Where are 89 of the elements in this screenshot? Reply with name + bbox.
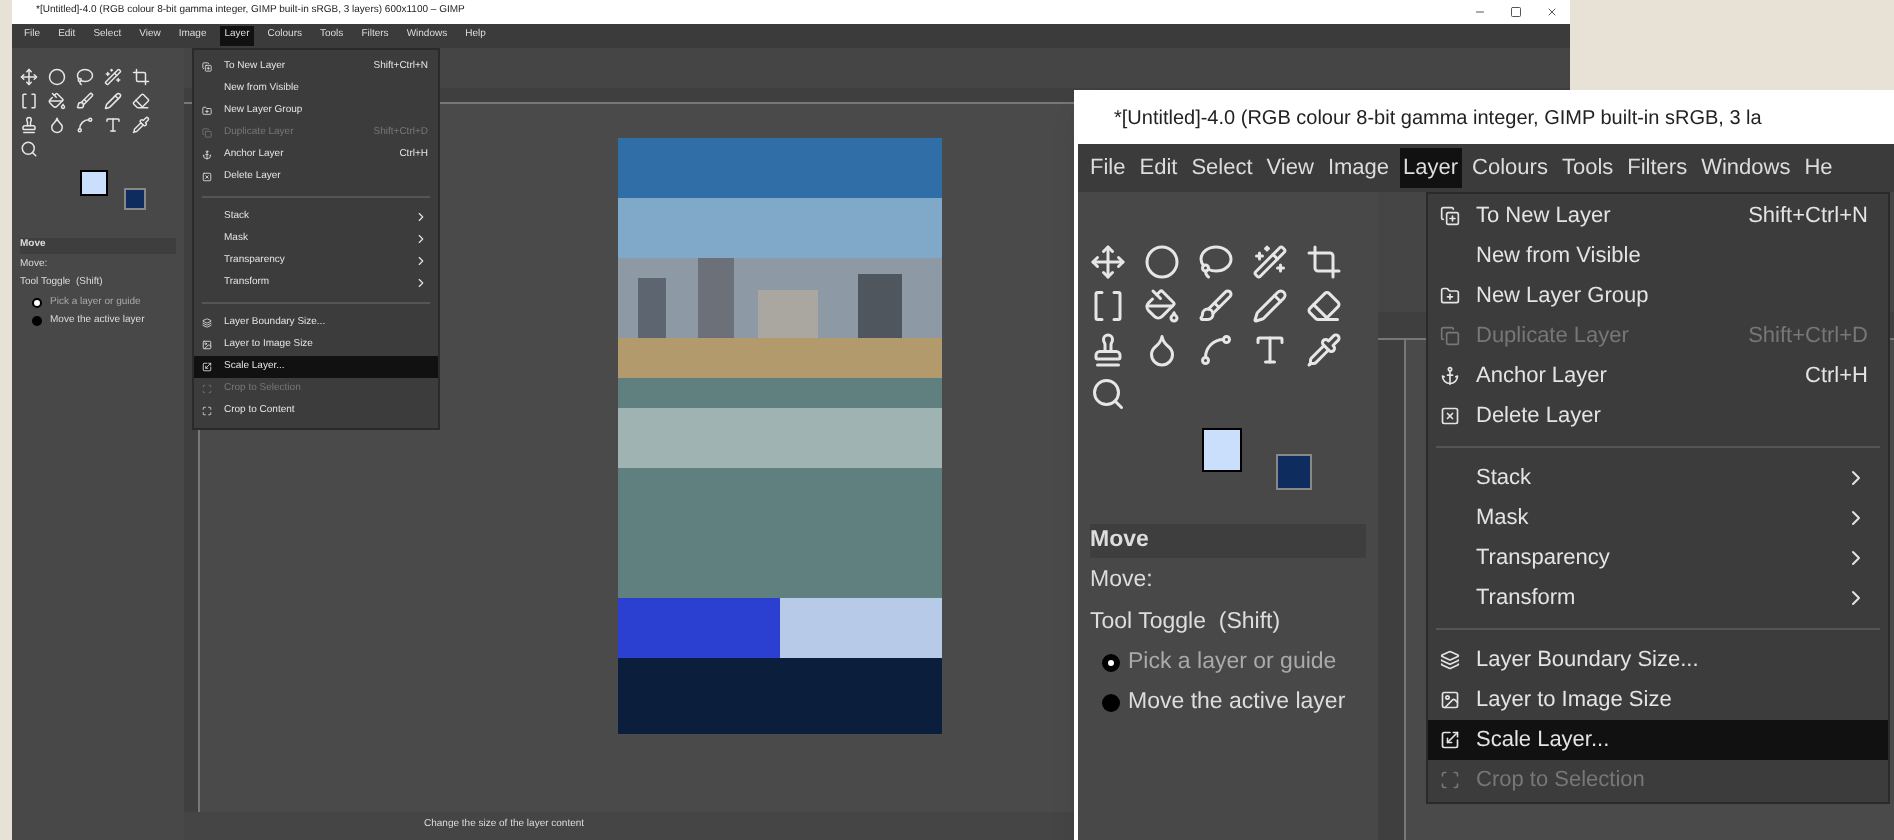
tool-icon[interactable]	[76, 68, 94, 86]
menu-item-icon	[1440, 406, 1460, 426]
menu-item-icon	[202, 406, 212, 416]
menu-bar-item[interactable]: View	[1262, 147, 1318, 189]
radio-button[interactable]	[32, 297, 42, 308]
menu-item-icon	[202, 340, 212, 350]
menu-item-icon	[202, 150, 212, 160]
tool-icon[interactable]	[104, 92, 122, 110]
tool-icon[interactable]	[1306, 244, 1342, 280]
tool-icon[interactable]	[1252, 332, 1288, 368]
menu-item-icon	[1440, 366, 1460, 386]
tool-icon[interactable]	[48, 68, 66, 86]
menu-item[interactable]: New Layer Group	[1428, 276, 1888, 316]
radio-button[interactable]	[32, 316, 42, 327]
menu-item[interactable]: To New Layer Shift+Ctrl+N	[1428, 196, 1888, 236]
tool-icon[interactable]	[1198, 288, 1234, 324]
tool-icon[interactable]	[132, 116, 150, 134]
window-title: *[Untitled]-4.0 (RGB colour 8-bit gamma integer, GIMP built-in sRGB, 3 la	[1114, 106, 1762, 134]
menu-item[interactable]: Stack	[1428, 458, 1888, 498]
menu-item-icon	[1440, 326, 1460, 346]
search-icon[interactable]	[20, 140, 38, 158]
menu-item[interactable]: Delete Layer	[1428, 396, 1888, 436]
menu-item-icon	[202, 362, 212, 372]
background-color-swatch[interactable]	[123, 187, 146, 210]
tool-icon[interactable]	[1306, 332, 1342, 368]
foreground-color-swatch[interactable]	[1202, 428, 1242, 472]
menu-item-icon	[1440, 690, 1460, 710]
tool-icon[interactable]	[1144, 288, 1180, 324]
menu-item-icon	[1440, 286, 1460, 306]
background-color-swatch[interactable]	[1275, 453, 1312, 490]
menu-item[interactable]: Mask	[1428, 498, 1888, 538]
tool-icon[interactable]	[1090, 288, 1126, 324]
tool-icon[interactable]	[1090, 244, 1126, 280]
tool-icon[interactable]	[76, 92, 94, 110]
menu-item-icon	[1440, 730, 1460, 750]
menu-item[interactable]: Transform	[1428, 578, 1888, 618]
menu-bar-item[interactable]: He	[1800, 147, 1837, 189]
menu-item-icon	[202, 172, 212, 182]
menu-item-icon	[1440, 770, 1460, 790]
tool-icon[interactable]	[104, 116, 122, 134]
radio-button[interactable]	[1102, 653, 1120, 672]
menu-bar-item[interactable]: Image	[1323, 147, 1394, 189]
tool-icon[interactable]	[1198, 332, 1234, 368]
tool-icon[interactable]	[1090, 332, 1126, 368]
menu-item-icon	[202, 318, 212, 328]
maximize-icon[interactable]	[1510, 6, 1522, 18]
radio-label: Move the active layer	[1128, 688, 1346, 718]
menu-item-icon	[1440, 650, 1460, 670]
tool-icon[interactable]	[48, 116, 66, 134]
move-label: Move:	[1090, 566, 1155, 597]
menu-bar-item[interactable]: Edit	[1135, 147, 1182, 189]
close-icon[interactable]	[1546, 6, 1558, 18]
menu-bar-item[interactable]: Layer	[1399, 147, 1463, 189]
menu-item[interactable]: Layer to Image Size	[1428, 680, 1888, 720]
menu-item-icon	[202, 62, 212, 72]
tool-options-title: Move	[1090, 524, 1366, 559]
menu-item-icon	[202, 128, 212, 138]
tool-icon[interactable]	[132, 92, 150, 110]
search-icon[interactable]	[1090, 376, 1126, 412]
menu-item[interactable]: Anchor Layer Ctrl+H	[1428, 356, 1888, 396]
tool-icon[interactable]	[20, 116, 38, 134]
tool-icon[interactable]	[1252, 244, 1288, 280]
toggle-label: Tool Toggle (Shift)	[1090, 607, 1283, 637]
menu-item[interactable]: Layer Boundary Size...	[1428, 640, 1888, 680]
tool-icon[interactable]	[1144, 244, 1180, 280]
tool-icon[interactable]	[20, 68, 38, 86]
menu-item[interactable]: Transparency	[1428, 538, 1888, 578]
menu-item-icon	[1440, 206, 1460, 226]
radio-label: Pick a layer or guide	[1128, 647, 1337, 678]
menu-item[interactable]: New from Visible	[1428, 236, 1888, 276]
tool-icon[interactable]	[1306, 288, 1342, 324]
tool-icon[interactable]	[132, 68, 150, 86]
menu-bar-item[interactable]: File	[1086, 147, 1130, 189]
menu-bar-item[interactable]: Select	[1187, 147, 1257, 189]
menu-bar-item[interactable]: Tools	[1557, 147, 1618, 189]
radio-button[interactable]	[1102, 694, 1120, 713]
tool-icon[interactable]	[20, 92, 38, 110]
tool-icon[interactable]	[48, 92, 66, 110]
tool-icon[interactable]	[104, 68, 122, 86]
tool-icon[interactable]	[1252, 288, 1288, 324]
menu-bar-item[interactable]: Filters	[1623, 147, 1692, 189]
menu-item[interactable]: Scale Layer...	[1428, 720, 1888, 760]
menu-item-icon	[202, 106, 212, 116]
tool-icon[interactable]	[1144, 332, 1180, 368]
tool-icon[interactable]	[76, 116, 94, 134]
tool-icon[interactable]	[1198, 244, 1234, 280]
menu-bar-item[interactable]: Windows	[1697, 147, 1795, 189]
menu-bar-item[interactable]: Colours	[1468, 147, 1552, 189]
foreground-color-swatch[interactable]	[80, 170, 108, 196]
